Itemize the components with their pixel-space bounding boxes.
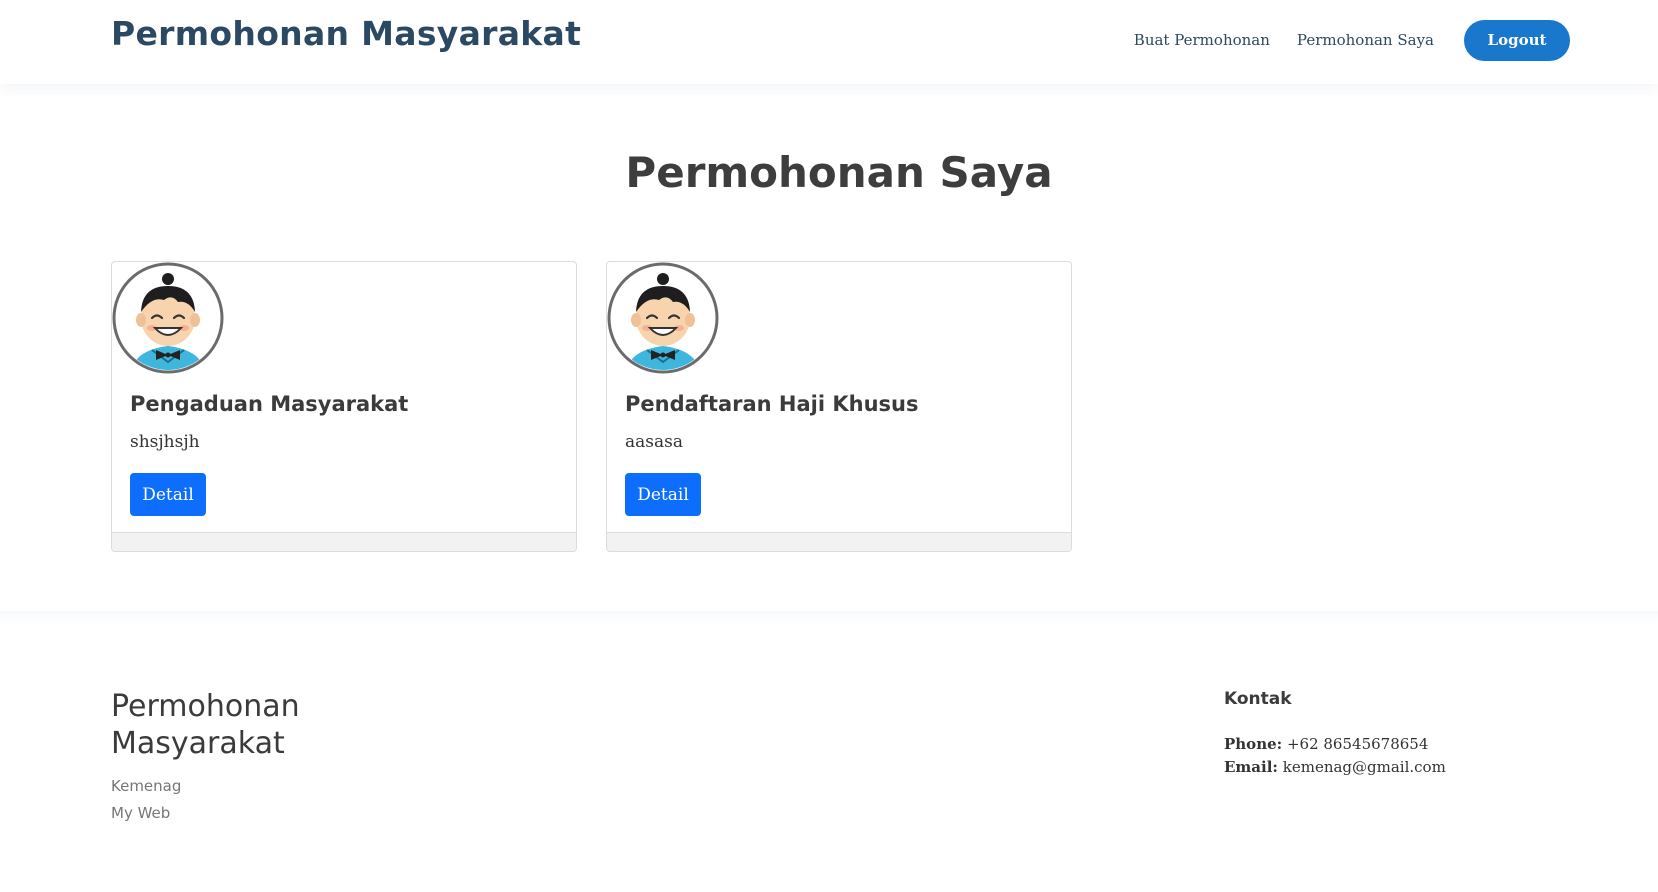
page-title: Permohonan Saya [625,148,1053,197]
card-text: aasasa [625,432,683,452]
card-title: Pendaftaran Haji Khusus [625,392,919,416]
card-text: shsjhsjh [130,432,200,452]
phone-label: Phone: [1224,735,1283,753]
request-card: Pendaftaran Haji Khusus aasasa Detail [606,261,1072,552]
card-title: Pengaduan Masyarakat [130,392,409,416]
card-footer [607,532,1071,551]
footer-title: Permohonan Masyarakat [111,689,300,761]
request-card: Pengaduan Masyarakat shsjhsjh Detail [111,261,577,552]
contact-email: Email: kemenag@gmail.com [1224,758,1446,776]
footer-divider [0,611,1658,623]
main-nav: Buat Permohonan Permohonan Saya Logout [1107,0,1570,80]
contact-phone: Phone: +62 86545678654 [1224,735,1428,753]
nav-buat-permohonan[interactable]: Buat Permohonan [1134,31,1270,49]
logout-button[interactable]: Logout [1464,19,1570,61]
cartoon-boy-avatar-icon [607,262,719,374]
footer-subtitle-kemenag: Kemenag [111,777,182,795]
nav-permohonan-saya[interactable]: Permohonan Saya [1297,31,1434,49]
phone-value: +62 86545678654 [1286,735,1429,753]
detail-button[interactable]: Detail [130,473,206,516]
contact-heading: Kontak [1224,689,1292,709]
email-label: Email: [1224,758,1278,776]
site-brand[interactable]: Permohonan Masyarakat [111,14,581,53]
email-value: kemenag@gmail.com [1282,758,1446,776]
footer-subtitle-myweb: My Web [111,804,171,822]
top-header: Permohonan Masyarakat Buat Permohonan Pe… [0,0,1658,84]
detail-button[interactable]: Detail [625,473,701,516]
cartoon-boy-avatar-icon [112,262,224,374]
card-footer [112,532,576,551]
